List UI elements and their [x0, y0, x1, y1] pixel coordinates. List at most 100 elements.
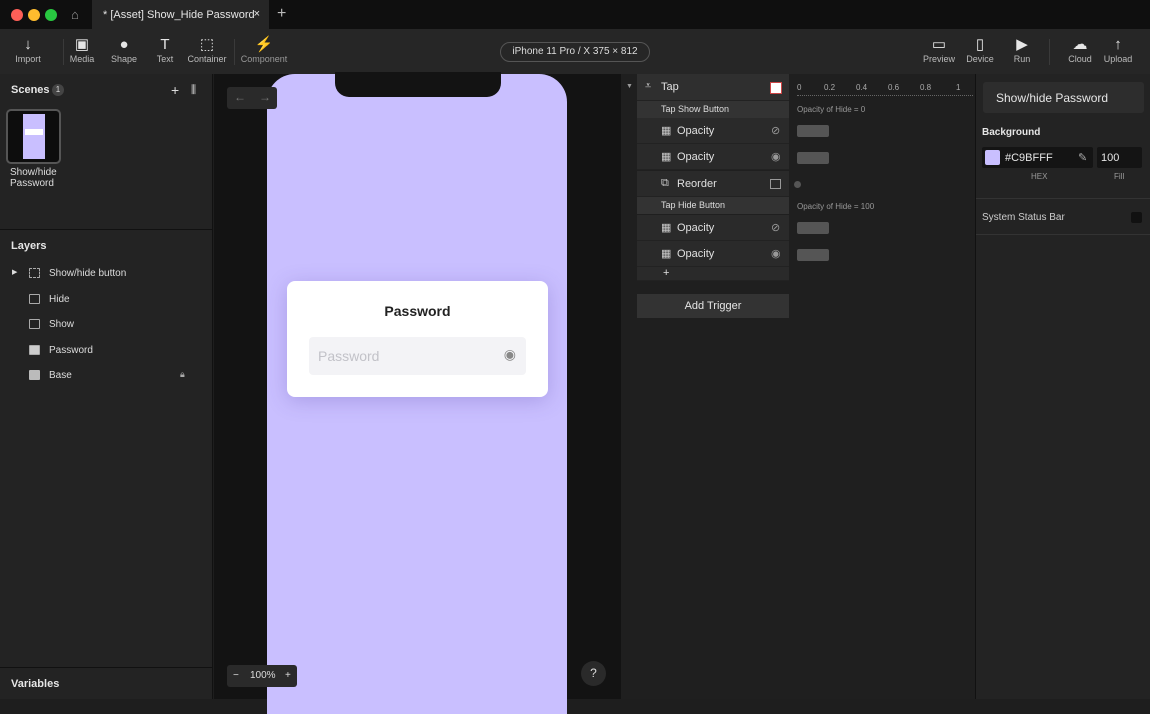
add-response-button[interactable]: +: [663, 267, 669, 279]
upload-button[interactable]: ↑ Upload: [1093, 36, 1143, 64]
layer-label: Base: [49, 370, 72, 381]
component-button[interactable]: ⚡ Component: [239, 36, 289, 64]
layer-show-hide-button[interactable]: ▶ Show/hide button: [0, 261, 213, 286]
expand-arrow-icon[interactable]: ▶: [12, 268, 17, 276]
forward-button[interactable]: →: [259, 90, 271, 104]
group-label: Tap Show Button: [661, 104, 730, 114]
timeline-bar[interactable]: [797, 125, 829, 137]
properties-panel: Show/hide Password Background #C9BFFF ✎ …: [975, 74, 1150, 699]
scene-thumbnail-preview: [23, 114, 45, 159]
component-label: Component: [240, 54, 288, 64]
minimize-window-button[interactable]: [28, 9, 40, 21]
lock-icon[interactable]: 🔒︎: [180, 369, 185, 380]
layer-hide[interactable]: Hide: [0, 287, 213, 312]
trigger-label: Tap: [661, 81, 679, 93]
response-label: Opacity: [677, 222, 715, 234]
scene-name-field[interactable]: Show/hide Password: [983, 82, 1144, 113]
trigger-tap[interactable]: ⩡ Tap: [637, 74, 789, 101]
eye-slash-icon[interactable]: ⊘: [771, 221, 780, 234]
card-title: Password: [384, 303, 451, 319]
rectangle-icon: [29, 370, 40, 380]
device-selector[interactable]: iPhone 11 Pro / X 375 × 812: [500, 42, 650, 62]
response-opacity[interactable]: ▦ Opacity ⊘: [637, 215, 789, 241]
run-button[interactable]: ▶ Run: [997, 36, 1047, 64]
opacity-icon: ▦: [661, 125, 672, 137]
navigation-buttons: ← →: [227, 87, 277, 109]
run-icon: ▶: [1016, 36, 1028, 53]
layer-base[interactable]: Base 🔒︎: [0, 363, 213, 388]
tab-title: * [Asset] Show_Hide Password: [103, 9, 255, 21]
phone-frame: Password Password ◉: [267, 72, 567, 714]
upload-label: Upload: [1103, 54, 1133, 64]
password-input[interactable]: Password ◉: [309, 337, 526, 375]
hex-label: HEX: [1031, 172, 1048, 181]
opacity-icon: ▦: [661, 151, 672, 163]
add-scene-button[interactable]: +: [171, 82, 179, 98]
thumbnail-card: [25, 129, 43, 135]
eye-icon[interactable]: ◉: [504, 346, 516, 363]
component-icon: [29, 319, 40, 329]
fill-input[interactable]: 100: [1097, 147, 1142, 168]
import-button[interactable]: ↓ Import: [3, 36, 53, 64]
timeline-bar[interactable]: [797, 152, 829, 164]
add-trigger-button[interactable]: Add Trigger: [637, 294, 789, 318]
response-label: Opacity: [677, 125, 715, 137]
maximize-window-button[interactable]: [45, 9, 57, 21]
scene-label: Show/hide Password: [10, 167, 57, 189]
zoom-out-button[interactable]: −: [233, 670, 239, 681]
eye-icon[interactable]: ◉: [771, 247, 781, 260]
hex-value: #C9BFFF: [1005, 152, 1053, 164]
layer-password[interactable]: Password: [0, 338, 213, 363]
document-tab[interactable]: * [Asset] Show_Hide Password ×: [92, 0, 269, 29]
response-opacity[interactable]: ▦ Opacity ◉: [637, 144, 789, 170]
container-label: Container: [187, 54, 227, 64]
response-label: Opacity: [677, 151, 715, 163]
eye-slash-icon[interactable]: ⊘: [771, 124, 780, 137]
layers-title: Layers: [11, 240, 47, 252]
import-label: Import: [15, 54, 41, 64]
color-swatch[interactable]: [985, 150, 1000, 165]
group-tap-hide-button[interactable]: Tap Hide Button: [637, 197, 789, 214]
divider: [1049, 39, 1050, 65]
response-opacity[interactable]: ▦ Opacity ⊘: [637, 118, 789, 144]
trigger-color-swatch[interactable]: [770, 82, 782, 94]
response-reorder[interactable]: ⧉ Reorder: [637, 171, 789, 197]
scene-thumbnail[interactable]: [6, 109, 61, 164]
tick: 0: [797, 83, 802, 92]
layer-show[interactable]: Show: [0, 312, 213, 337]
divider: [976, 198, 1150, 199]
phone-notch: [335, 72, 501, 97]
scene-options-icon[interactable]: ⫼: [191, 84, 196, 97]
timeline-bar[interactable]: [797, 222, 829, 234]
close-tab-icon[interactable]: ×: [254, 8, 260, 20]
layer-label: Password: [49, 345, 93, 356]
tick: 0.8: [920, 83, 932, 92]
divider: [0, 229, 213, 230]
group-tap-show-button[interactable]: Tap Show Button: [637, 101, 789, 118]
home-icon[interactable]: ⌂: [71, 7, 79, 22]
eyedropper-icon[interactable]: ✎: [1078, 151, 1087, 164]
timeline-point[interactable]: [794, 181, 801, 188]
eye-icon[interactable]: ◉: [771, 150, 781, 163]
run-label: Run: [1013, 54, 1031, 64]
container-button[interactable]: ⬚ Container: [182, 36, 232, 64]
timeline-bar[interactable]: [797, 249, 829, 261]
text-layer-icon: [29, 345, 40, 355]
zoom-level[interactable]: 100%: [250, 670, 276, 681]
help-button[interactable]: ?: [581, 661, 606, 686]
hex-input[interactable]: #C9BFFF ✎: [982, 147, 1093, 168]
close-window-button[interactable]: [11, 9, 23, 21]
group-note: Opacity of Hide = 0: [797, 105, 866, 114]
new-tab-button[interactable]: +: [277, 5, 286, 23]
zoom-in-button[interactable]: +: [285, 670, 291, 681]
system-status-bar-checkbox[interactable]: [1131, 212, 1142, 223]
canvas[interactable]: Password Password ◉ ← → − 100% + ?: [214, 72, 621, 714]
fill-label: Fill: [1114, 172, 1125, 181]
layer-label: Hide: [49, 294, 70, 305]
response-opacity[interactable]: ▦ Opacity ◉: [637, 241, 789, 267]
layer-icon[interactable]: [770, 179, 781, 189]
password-card: Password Password ◉: [287, 281, 548, 397]
password-placeholder: Password: [318, 348, 380, 364]
collapse-arrow-icon[interactable]: ▼: [626, 83, 633, 90]
back-button[interactable]: ←: [234, 90, 246, 104]
